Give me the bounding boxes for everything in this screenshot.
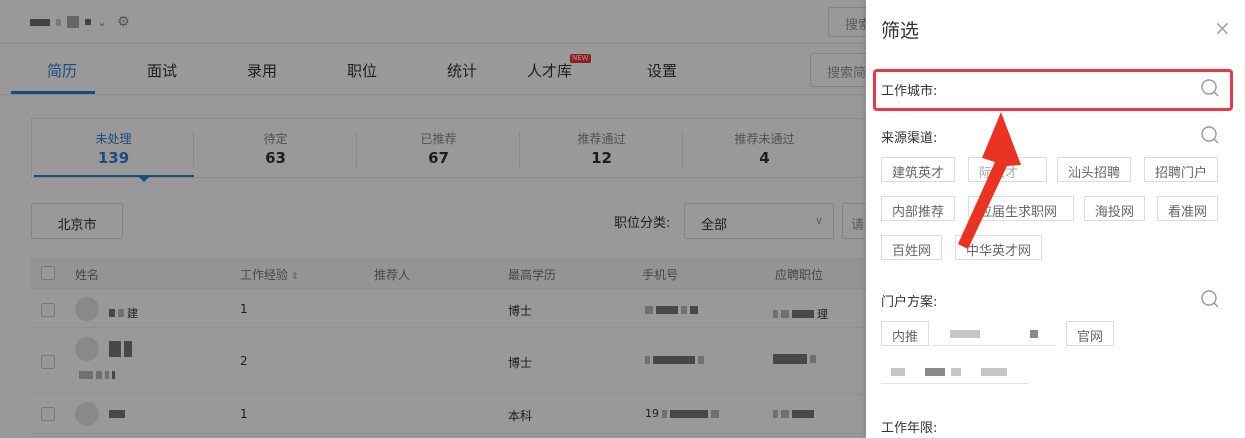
portal-plan-label: 门户方案: [881,295,938,310]
work-city-label: 工作城市: [881,84,938,99]
source-tag[interactable]: 海投网 [1084,196,1146,221]
portal-tag[interactable]: 内推 [881,321,930,346]
filter-drawer: 筛选 × 工作城市: 来源渠道: 建筑英才 际人才 汕头招聘 招聘门户 内部推荐… [866,0,1245,438]
source-tag[interactable]: 中华英才网 [955,235,1043,260]
source-tag[interactable]: 百姓网 [881,235,943,260]
search-icon[interactable] [1200,289,1220,309]
source-tag[interactable]: 建筑英才 [881,157,956,182]
modal-overlay[interactable] [0,0,866,438]
portal-tag[interactable] [881,359,1029,384]
work-years-label: 工作年限: [881,421,938,436]
portal-tag[interactable] [932,321,1056,346]
source-channel-label: 来源渠道: [881,131,938,146]
source-tag[interactable]: 际人才 [968,157,1047,182]
source-tag[interactable]: 看准网 [1157,196,1219,221]
search-icon[interactable] [1200,78,1220,98]
source-tag[interactable]: 内部推荐 [881,196,956,221]
close-icon[interactable]: × [1214,16,1231,40]
drawer-title: 筛选 [881,20,920,42]
portal-tag[interactable]: 官网 [1066,321,1115,346]
search-icon[interactable] [1200,125,1220,145]
source-tag[interactable]: 招聘门户 [1144,157,1219,182]
source-tag[interactable]: 应届生求职网 [968,196,1074,221]
source-tag[interactable]: 汕头招聘 [1057,157,1132,182]
